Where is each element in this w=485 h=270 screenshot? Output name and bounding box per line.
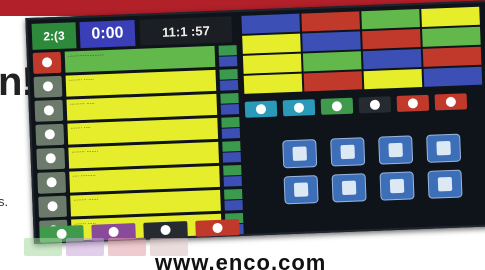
user-app-button[interactable] (282, 139, 318, 169)
cart-cell[interactable] (243, 73, 303, 94)
info-button[interactable] (221, 128, 241, 139)
playlist-cell[interactable]: ........ ...... (65, 69, 217, 97)
cue-button[interactable] (223, 164, 242, 176)
playlist-cell[interactable]: ....... .... (67, 117, 219, 145)
cue-button[interactable] (224, 188, 243, 200)
stop-button[interactable] (32, 51, 62, 74)
play-icon (46, 177, 57, 188)
cue-button[interactable] (221, 117, 240, 128)
info-button[interactable] (224, 199, 243, 211)
reflection-block (108, 238, 146, 256)
cart-cell[interactable] (422, 26, 481, 47)
mute-icon (369, 99, 381, 110)
mode-indicator[interactable]: 2:(3 (31, 22, 77, 50)
file-icon (437, 176, 453, 192)
refresh-icon (331, 101, 343, 112)
info-button[interactable] (219, 80, 239, 91)
cart-cell[interactable] (421, 6, 480, 27)
block-button[interactable] (434, 93, 468, 111)
play-button[interactable] (35, 123, 65, 146)
time-of-day-clock: 11:1 :57 (139, 16, 233, 46)
clear-icon (407, 98, 419, 109)
cart-cell[interactable] (362, 29, 421, 50)
record-control-button[interactable] (195, 219, 240, 237)
cart-cell[interactable] (363, 68, 423, 90)
cue-button[interactable] (222, 141, 241, 152)
playlist-cell[interactable]: .... ......... (69, 165, 220, 193)
stop-control-button[interactable] (143, 221, 188, 239)
playlist-cell[interactable]: ...................... (64, 45, 216, 73)
stop-icon (41, 57, 53, 68)
subtext: s. (0, 194, 9, 209)
info-button[interactable] (223, 175, 242, 187)
settings-icon (293, 182, 309, 197)
pause-icon (108, 226, 119, 238)
refresh-button[interactable] (320, 97, 354, 115)
app-launcher (272, 133, 475, 221)
status-header: 2:(3 0:00 11:1 :57 (31, 16, 238, 50)
play-button[interactable] (38, 195, 67, 218)
cart-controls (244, 93, 485, 118)
no-entry-icon (445, 96, 457, 108)
stop-icon (160, 224, 171, 236)
cart-cell[interactable] (362, 49, 422, 70)
monitor-app-button[interactable] (426, 133, 462, 163)
calendar-app-button[interactable] (379, 171, 415, 201)
cart-cell[interactable] (242, 53, 302, 74)
reflection-block (66, 238, 104, 256)
info-button[interactable] (218, 56, 238, 67)
globe-app-button[interactable] (331, 173, 367, 203)
cart-cell[interactable] (303, 71, 363, 92)
record-icon (212, 222, 223, 234)
playlist-cell[interactable]: ........ ....... (68, 141, 220, 169)
settings-app-button[interactable] (283, 175, 319, 205)
document-icon (340, 144, 355, 160)
person-icon (292, 146, 307, 161)
cart-grid (241, 6, 484, 96)
play-icon (42, 81, 54, 92)
file-app-button[interactable] (427, 169, 463, 199)
playlist-cell[interactable]: ........ ...... (70, 189, 221, 217)
clear-button[interactable] (396, 94, 430, 112)
cart-cell[interactable] (423, 66, 483, 87)
folder-icon (388, 142, 403, 158)
cue-button[interactable] (220, 93, 239, 104)
calendar-icon (389, 178, 405, 194)
play-button[interactable] (34, 99, 64, 122)
ad-image: n! s. 2:(3 0:00 11:1 :57 ...............… (0, 0, 485, 270)
document-app-button[interactable] (330, 137, 366, 167)
playlist: ...................... ........ ...... .… (32, 45, 245, 245)
cart-cell[interactable] (301, 11, 360, 32)
info-button[interactable] (222, 152, 242, 163)
previous-page-button[interactable] (244, 100, 278, 118)
play-icon (44, 129, 55, 140)
next-page-button[interactable] (282, 99, 316, 117)
playlist-cell[interactable]: ......... ..... (66, 93, 218, 121)
cart-cell[interactable] (422, 46, 482, 67)
play-button[interactable] (37, 171, 67, 194)
elapsed-timer: 0:00 (79, 19, 136, 49)
play-button[interactable] (33, 75, 63, 98)
website-url[interactable]: www.enco.com (155, 250, 326, 270)
info-button[interactable] (220, 104, 240, 115)
cart-cell[interactable] (302, 51, 362, 72)
cart-cell[interactable] (361, 9, 420, 30)
cart-cell[interactable] (242, 33, 301, 54)
play-icon (47, 201, 58, 212)
enco-touchscreen-device: 2:(3 0:00 11:1 :57 .....................… (25, 0, 485, 244)
play-icon (45, 153, 56, 164)
cart-cell[interactable] (241, 13, 301, 34)
arrow-right-icon (293, 102, 305, 113)
cue-button[interactable] (218, 45, 237, 56)
play-icon (43, 105, 55, 116)
play-button[interactable] (36, 147, 66, 170)
folder-app-button[interactable] (378, 135, 414, 165)
globe-icon (341, 180, 357, 196)
monitor-icon (436, 140, 451, 156)
mute-button[interactable] (358, 96, 392, 114)
cart-cell[interactable] (302, 31, 361, 52)
reflection-block (24, 238, 62, 256)
cue-button[interactable] (219, 69, 238, 80)
arrow-left-icon (255, 103, 267, 115)
